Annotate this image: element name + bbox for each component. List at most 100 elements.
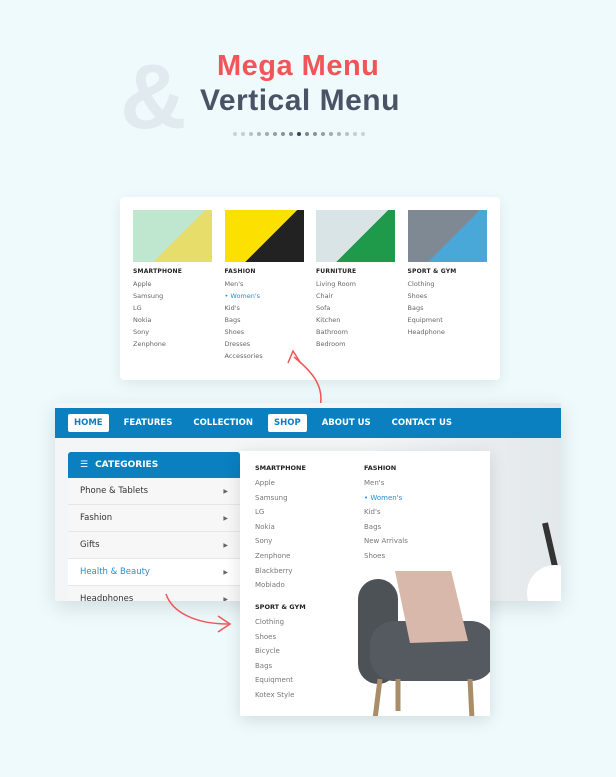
mega-column-heading: FURNITURE [316,268,357,275]
dropdown-link[interactable]: Samsung [255,491,306,506]
mega-menu-link[interactable]: Sofa [316,304,396,312]
dropdown-link[interactable]: Sony [255,534,306,549]
title-vertical-menu: Vertical Menu [200,84,400,117]
dropdown-mega-menu: SMARTPHONE Apple Samsung LG Nokia Sony Zenphon… [240,451,490,716]
dropdown-link[interactable]: Bicycle [255,644,306,659]
nav-item[interactable]: ABOUT US [316,414,377,432]
dot [329,132,333,136]
dropdown-column: SPORT & GYM Clothing Shoes Bicycle Bags Equiq… [255,603,306,703]
ampersand-decoration: & [120,46,187,148]
dropdown-column: FASHION Men's • Women's Kid's Bags New Arriva… [364,464,408,564]
sofa-image [358,571,490,716]
mega-column: SPORT & GYM Clothing Shoes Bags Equipment Hea… [407,210,488,336]
dropdown-link[interactable]: Kotex Style [255,688,306,703]
furniture-image [316,210,395,262]
dot [273,132,277,136]
categories-menu: ☰ CATEGORIES Phone & Tablets ▶ Fashion ▶ Gift… [68,452,240,601]
dropdown-link[interactable]: Bags [364,520,408,535]
arrow-icon [287,349,322,408]
mega-column-heading: SMARTPHONE [133,268,183,275]
mega-menu-link[interactable]: Samsung [133,292,213,300]
mega-menu-link[interactable]: Apple [133,280,213,288]
dropdown-link[interactable]: Shoes [255,630,306,645]
dropdown-link[interactable]: Nokia [255,520,306,535]
dropdown-heading: SMARTPHONE [255,464,306,472]
category-label: Health & Beauty [80,567,150,577]
mega-menu-link[interactable]: Sony [133,328,213,336]
hamburger-icon: ☰ [80,460,89,470]
mega-column-heading: SPORT & GYM [407,268,457,275]
category-item[interactable]: Fashion ▶ [68,505,240,532]
mega-menu-link[interactable]: Bags [225,316,305,324]
mega-menu-link[interactable]: Headphone [408,328,488,336]
mega-menu-link[interactable]: Kid's [225,304,305,312]
category-item[interactable]: Health & Beauty ▶ [68,559,240,586]
dropdown-link[interactable]: • Women's [364,491,408,506]
category-label: Fashion [80,513,113,523]
dot [241,132,245,136]
dropdown-column: SMARTPHONE Apple Samsung LG Nokia Sony Zenphon… [255,464,306,593]
mega-menu-link[interactable]: Men's [225,280,305,288]
dropdown-link[interactable]: Men's [364,476,408,491]
dot [265,132,269,136]
categories-title: CATEGORIES [95,460,159,470]
dot [345,132,349,136]
banner-image [527,522,561,601]
mega-menu-link[interactable]: Kitchen [316,316,396,324]
nav-item[interactable]: HOME [68,414,109,432]
dropdown-link[interactable]: Zenphone [255,549,306,564]
dropdown-link[interactable]: Apple [255,476,306,491]
category-item[interactable]: Gifts ▶ [68,532,240,559]
dot [353,132,357,136]
dropdown-link[interactable]: Mobiado [255,578,306,593]
mega-menu-link[interactable]: Bags [408,304,488,312]
chevron-right-icon: ▶ [223,568,228,576]
dropdown-link[interactable]: Blackberry [255,564,306,579]
dropdown-heading: FASHION [364,464,397,472]
dot [281,132,285,136]
dot [257,132,261,136]
category-label: Phone & Tablets [80,486,149,496]
fashion-image [224,210,304,262]
dropdown-link[interactable]: LG [255,505,306,520]
dot [233,132,237,136]
dot [337,132,341,136]
dot [313,132,317,136]
nav-item[interactable]: CONTACT US [386,414,458,432]
mega-menu-link[interactable]: Zenphone [133,340,213,348]
dropdown-link[interactable]: Kid's [364,505,408,520]
nav-item[interactable]: SHOP [267,414,307,432]
mega-menu-link[interactable]: Shoes [408,292,488,300]
dropdown-link[interactable]: Bags [255,659,306,674]
sport-image [407,210,487,262]
category-item[interactable]: Phone & Tablets ▶ [68,478,240,505]
arrow-icon [165,593,232,633]
phones-image [133,210,212,262]
dot [297,132,301,136]
mega-menu-link[interactable]: Living Room [316,280,396,288]
mega-menu-link[interactable]: Clothing [408,280,488,288]
dot [289,132,293,136]
dot [305,132,309,136]
nav-item[interactable]: FEATURES [118,414,179,432]
mega-menu-link[interactable]: Equipment [408,316,488,324]
dropdown-link[interactable]: Clothing [255,615,306,630]
title-mega-menu: Mega Menu [217,50,380,82]
mega-menu-link[interactable]: Chair [316,292,396,300]
dropdown-heading: SPORT & GYM [255,603,306,611]
mega-menu-link[interactable]: • Women's [225,292,305,300]
mega-column: FURNITURE Living Room Chair Sofa Kitchen Bath… [316,210,396,348]
dots-divider [233,132,365,136]
category-label: Gifts [80,540,100,550]
main-nav: HOME FEATURES COLLECTION SHOP ABOUT US CONTAC… [55,408,561,438]
dropdown-link[interactable]: Equiqment [255,673,306,688]
dropdown-link[interactable]: New Arrivals [364,534,408,549]
nav-item[interactable]: COLLECTION [187,414,259,432]
mega-menu-link[interactable]: Shoes [225,328,305,336]
mega-menu-link[interactable]: Bathroom [316,328,396,336]
category-label: Headphones [80,594,134,601]
categories-header[interactable]: ☰ CATEGORIES [68,452,240,478]
mega-menu-link[interactable]: Nokia [133,316,213,324]
dropdown-link[interactable]: Shoes [364,549,408,564]
mega-menu-link[interactable]: LG [133,304,213,312]
